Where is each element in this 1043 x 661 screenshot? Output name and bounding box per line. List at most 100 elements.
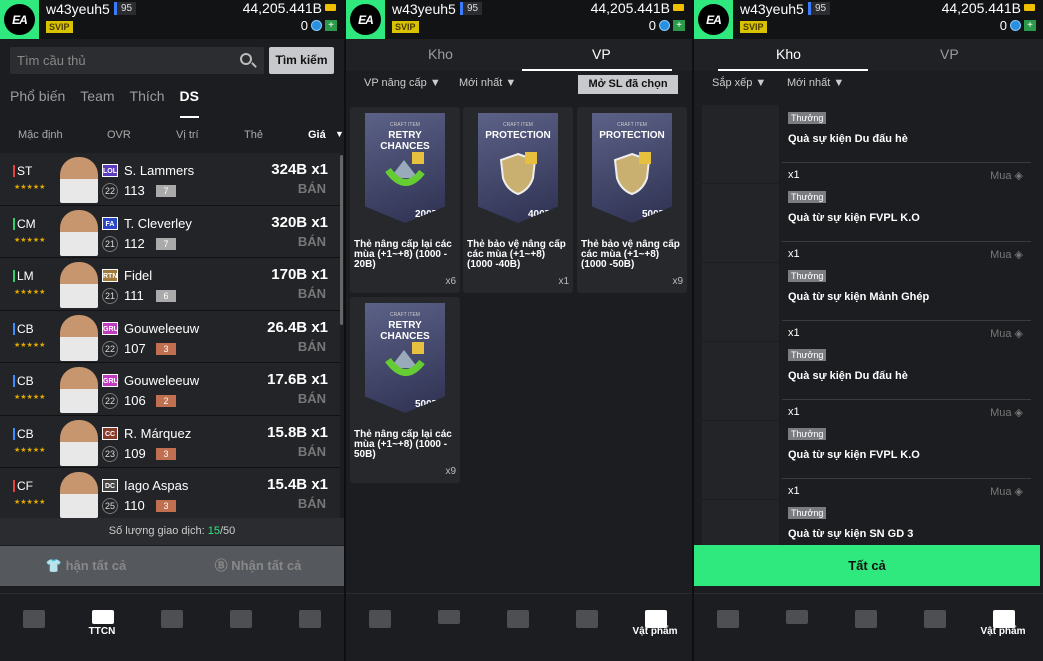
storage-item[interactable]: Thưởng Quà sự kiện Du đấu hè x1 Mua ◈ — [702, 342, 1031, 420]
storage-item[interactable]: Thưởng Quà sự kiện Du đấu hè x1 Mua ◈ — [702, 105, 1031, 183]
search-button[interactable]: Tìm kiếm — [269, 47, 334, 74]
upgrade-level: 3 — [156, 500, 176, 512]
transfer-icon — [786, 610, 808, 624]
nav-squad[interactable] — [904, 594, 964, 661]
item-card[interactable]: CRAFT ITEM RETRY CHANCES 500B Thẻ nâng cấp … — [350, 297, 460, 483]
buy-button[interactable]: Mua ◈ — [990, 485, 1023, 498]
nav-market[interactable]: TTCN — [72, 594, 132, 661]
nav-shop[interactable] — [697, 594, 757, 661]
cart-icon — [23, 610, 45, 628]
add-points-icon[interactable]: + — [673, 20, 685, 31]
nav-home[interactable] — [141, 594, 201, 661]
sell-button[interactable]: BÁN — [298, 444, 326, 459]
item-type: RETRY CHANCES — [380, 130, 430, 152]
storage-item[interactable]: Thưởng Quà từ sự kiện Mảnh Ghép x1 Mua ◈ — [702, 263, 1031, 341]
sell-button[interactable]: BÁN — [298, 391, 326, 406]
player-ovr: 106 — [124, 393, 146, 408]
nav-squad[interactable] — [210, 594, 270, 661]
nav-items[interactable] — [279, 594, 339, 661]
home-icon — [855, 610, 877, 628]
squad-icon — [576, 610, 598, 628]
receive-bar: 👕 hận tất cả Ⓑ Nhận tất cả — [0, 546, 344, 586]
season-badge: DC — [102, 479, 118, 492]
item-card[interactable]: CRAFT ITEM PROTECTION 500B Thẻ bảo vệ nâng … — [577, 107, 687, 293]
open-selected-button[interactable]: Mở SL đã chọn — [578, 75, 678, 94]
sort-price[interactable]: Giá — [308, 129, 326, 141]
player-row[interactable]: CB ★★★★★ GRU Gouweleeuw 22 106 2 17.6B x1 BÁN — [0, 363, 340, 416]
receive-players-button[interactable]: 👕 hận tất cả — [0, 546, 172, 586]
nav-squad[interactable] — [556, 594, 616, 661]
player-row[interactable]: LM ★★★★★ RTN Fidel 21 111 6 170B x1 BÁN — [0, 258, 340, 311]
search-icon[interactable] — [240, 53, 252, 65]
ea-logo[interactable]: EA — [346, 0, 385, 39]
player-row[interactable]: CB ★★★★★ GRU Gouweleeuw 22 107 3 26.4B x1 BÁN — [0, 310, 340, 363]
filter-upgrade[interactable]: VP nâng cấp ▼ — [364, 77, 441, 89]
tab-vp[interactable]: VP — [940, 46, 959, 62]
nav-market[interactable] — [766, 594, 826, 661]
sort-position[interactable]: Vị trí — [176, 129, 199, 141]
buy-button[interactable]: Mua ◈ — [990, 248, 1023, 261]
player-photo — [60, 314, 98, 361]
item-card[interactable]: CRAFT ITEM RETRY CHANCES 200B Thẻ nâng cấp … — [350, 107, 460, 293]
player-photo — [60, 472, 98, 518]
item-description: Thẻ nâng cấp lại các mùa (+1~+8) (1000 -… — [354, 429, 452, 460]
buy-button[interactable]: Mua ◈ — [990, 406, 1023, 419]
sort-default[interactable]: Mặc định — [18, 129, 63, 141]
sell-button[interactable]: BÁN — [298, 339, 326, 354]
ea-logo[interactable]: EA — [0, 0, 39, 39]
tab-list[interactable]: DS — [179, 88, 199, 118]
player-row[interactable]: CB ★★★★★ CC R. Márquez 23 109 3 15.8B x1 BÁN — [0, 415, 340, 468]
market-tabs: Phổ biến Team Thích DS — [10, 88, 214, 118]
player-row[interactable]: CM ★★★★★ FA T. Cleverley 21 112 7 320B x1 BÁN — [0, 205, 340, 258]
scrollbar[interactable] — [340, 155, 343, 325]
player-level: 23 — [102, 445, 118, 462]
buy-button[interactable]: Mua ◈ — [990, 327, 1023, 340]
storage-item[interactable]: Thưởng Quà từ sự kiện FVPL K.O x1 Mua ◈ — [702, 184, 1031, 262]
tab-team[interactable]: Team — [80, 88, 114, 118]
player-name: T. Cleverley — [124, 215, 192, 231]
tab-storage[interactable]: Kho — [776, 46, 801, 62]
sell-button[interactable]: BÁN — [298, 496, 326, 511]
nav-items[interactable]: Vật phẩm — [973, 594, 1033, 661]
points-balance: 0 — [999, 18, 1007, 33]
top-bar: EA w43yeuh5 95 SVIP 44,205.441B 0 + — [346, 0, 692, 39]
player-row[interactable]: CF ★★★★★ DC Iago Aspas 25 110 3 15.4B x1 BÁN — [0, 468, 340, 521]
claim-all-button[interactable]: Tất cả — [694, 545, 1040, 586]
filter-newest[interactable]: Mới nhất ▼ — [787, 77, 844, 89]
sort-ovr[interactable]: OVR — [107, 129, 131, 141]
player-row[interactable]: ST ★★★★★ LOL S. Lammers 22 113 7 324B x1 BÁN — [0, 153, 340, 206]
add-points-icon[interactable]: + — [325, 20, 337, 31]
nav-home[interactable] — [487, 594, 547, 661]
sell-button[interactable]: BÁN — [298, 286, 326, 301]
nav-shop[interactable] — [3, 594, 63, 661]
ea-logo[interactable]: EA — [694, 0, 733, 39]
reward-tag: Thưởng — [788, 349, 827, 361]
player-photo — [60, 262, 98, 308]
filter-newest[interactable]: Mới nhất ▼ — [459, 77, 516, 89]
add-points-icon[interactable]: + — [1024, 20, 1036, 31]
sell-button[interactable]: BÁN — [298, 234, 326, 249]
nav-market[interactable] — [418, 594, 478, 661]
sell-button[interactable]: BÁN — [298, 181, 326, 196]
tab-favorite[interactable]: Thích — [130, 88, 165, 118]
upgrade-level: 3 — [156, 342, 176, 355]
upgrade-level: 6 — [156, 290, 176, 302]
filter-sort[interactable]: Sắp xếp ▼ — [712, 77, 766, 89]
nav-home[interactable] — [835, 594, 895, 661]
tab-storage[interactable]: Kho — [428, 46, 453, 62]
storage-item[interactable]: Thưởng Quà từ sự kiện FVPL K.O x1 Mua ◈ — [702, 421, 1031, 499]
item-card[interactable]: CRAFT ITEM PROTECTION 400B Thẻ bảo vệ nâng … — [463, 107, 573, 293]
sort-desc-icon: ▼ — [335, 129, 344, 139]
buy-button[interactable]: Mua ◈ — [990, 169, 1023, 182]
item-name: Quà từ sự kiện FVPL K.O — [788, 449, 920, 461]
search-input[interactable]: Tìm cầu thủ — [10, 47, 264, 74]
tab-popular[interactable]: Phổ biến — [10, 88, 65, 118]
tab-vp[interactable]: VP — [592, 46, 611, 62]
sort-card[interactable]: Thẻ — [244, 129, 263, 141]
nav-shop[interactable] — [349, 594, 409, 661]
nav-items[interactable]: Vật phẩm — [625, 594, 685, 661]
item-name: Quà sự kiện Du đấu hè — [788, 133, 908, 145]
receive-coins-button[interactable]: Ⓑ Nhận tất cả — [172, 546, 344, 586]
item-name: Quà từ sự kiện SN GD 3 — [788, 528, 914, 540]
item-name: Quà từ sự kiện Mảnh Ghép — [788, 291, 930, 303]
